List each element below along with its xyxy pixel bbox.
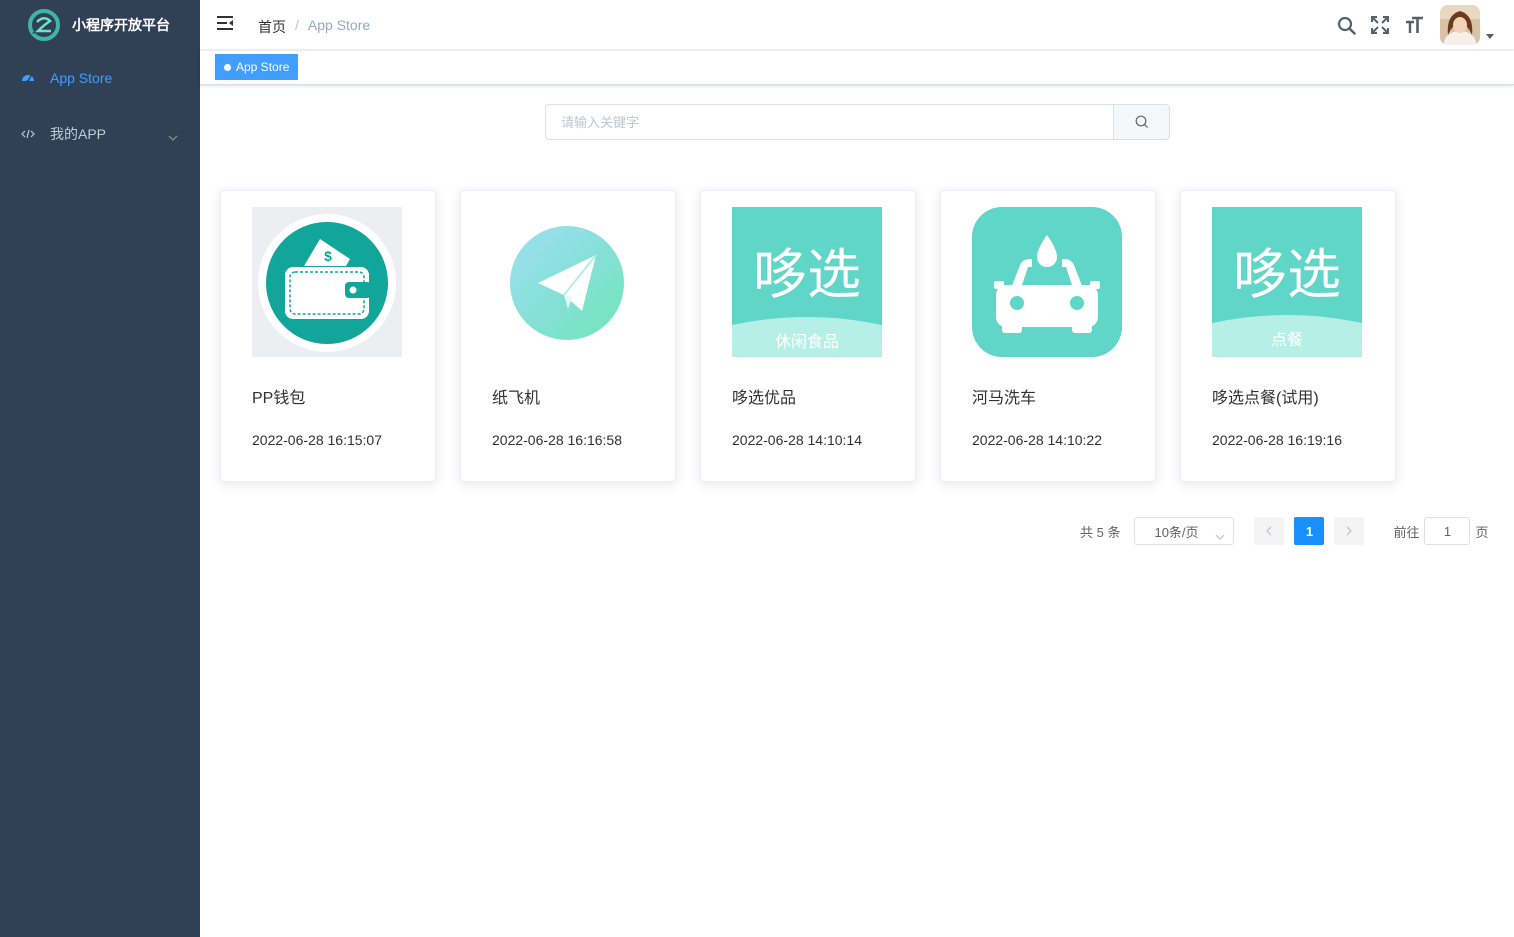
page-size-select[interactable]: 10条/页 — [1134, 517, 1235, 545]
app-name: 哆选优品 — [732, 390, 797, 407]
tag-app-store[interactable]: App Store — [215, 54, 299, 80]
paper-plane-icon — [510, 226, 624, 340]
car-wash-icon — [972, 207, 1122, 357]
sidebar-item-label: 我的APP — [50, 126, 107, 142]
icon-text: 哆选 — [1233, 243, 1341, 306]
sidebar-item-my-app[interactable]: 我的APP — [0, 106, 200, 162]
chevron-down-icon — [168, 128, 178, 144]
app-date: 2022-06-28 16:15:07 — [252, 432, 382, 448]
search-button[interactable] — [1113, 104, 1170, 140]
wallet-icon: $ — [252, 207, 402, 357]
app-date: 2022-06-28 16:16:58 — [492, 432, 622, 448]
search-icon — [1135, 115, 1148, 128]
search-input[interactable] — [545, 104, 1113, 140]
dashboard-icon — [20, 70, 36, 86]
icon-subtext: 点餐 — [1271, 330, 1303, 349]
chevron-down-icon — [1215, 528, 1225, 543]
breadcrumb-separator: / — [295, 17, 299, 33]
logo-icon — [28, 9, 60, 41]
goto-page-input[interactable] — [1424, 517, 1471, 545]
breadcrumb: 首页 / App Store — [258, 17, 370, 37]
right-menu — [1322, 0, 1494, 50]
navbar: 首页 / App Store — [200, 0, 1514, 50]
app-card-list: $ PP钱包 2022-06-28 16:15:07 纸飞机 2022-06-2… — [220, 190, 1420, 482]
app-name: 纸飞机 — [492, 390, 541, 407]
next-page-button[interactable] — [1334, 517, 1365, 545]
page-size-value: 10条/页 — [1154, 524, 1199, 540]
chevron-right-icon — [1347, 526, 1353, 536]
page-number-current[interactable]: 1 — [1294, 517, 1325, 545]
app-name: 哆选点餐(试用) — [1212, 390, 1319, 407]
tags-view: App Store — [200, 51, 1514, 85]
hamburger-icon[interactable] — [216, 15, 236, 35]
tag-active-dot — [224, 63, 231, 71]
chevron-left-icon — [1266, 526, 1272, 536]
search-bar — [545, 104, 1170, 140]
avatar[interactable] — [1440, 5, 1480, 45]
tag-label: App Store — [236, 60, 290, 74]
app-card[interactable]: $ PP钱包 2022-06-28 16:15:07 — [220, 190, 436, 482]
app-name: 河马洗车 — [972, 390, 1037, 407]
font-size-icon[interactable] — [1404, 15, 1424, 35]
goto-prefix: 前往 — [1393, 524, 1420, 540]
logo[interactable]: 小程序开放平台 — [0, 0, 200, 50]
sidebar-item-label: App Store — [50, 70, 113, 86]
goto-suffix: 页 — [1475, 524, 1489, 540]
app-date: 2022-06-28 14:10:22 — [972, 432, 1102, 448]
app-date: 2022-06-28 14:10:14 — [732, 432, 862, 448]
icon-subtext: 休闲食品 — [775, 332, 839, 351]
breadcrumb-current: App Store — [307, 17, 371, 33]
fullscreen-icon[interactable] — [1370, 15, 1390, 35]
sidebar: 小程序开放平台 App Store 我的APP — [0, 0, 200, 937]
app-title: 小程序开放平台 — [72, 17, 170, 33]
svg-text:$: $ — [324, 248, 332, 264]
caret-down-icon[interactable] — [1486, 26, 1494, 44]
pagination: 共 5 条 10条/页 1 前往 页 — [1080, 517, 1489, 545]
app-card[interactable]: 哆选 点餐 哆选点餐(试用) 2022-06-28 16:19:16 — [1180, 190, 1396, 482]
pagination-total: 共 5 条 — [1080, 524, 1121, 540]
prev-page-button[interactable] — [1254, 517, 1285, 545]
app-card[interactable]: 纸飞机 2022-06-28 16:16:58 — [460, 190, 676, 482]
duoxuan-snacks-icon: 哆选 休闲食品 — [732, 207, 882, 357]
app-name: PP钱包 — [252, 390, 306, 407]
search-icon[interactable] — [1336, 15, 1356, 35]
page-jumper: 前往 页 — [1393, 517, 1489, 545]
code-icon — [20, 126, 36, 142]
sidebar-item-app-store[interactable]: App Store — [0, 50, 200, 106]
app-date: 2022-06-28 16:19:16 — [1212, 432, 1342, 448]
app-card[interactable]: 河马洗车 2022-06-28 14:10:22 — [940, 190, 1156, 482]
app-card[interactable]: 哆选 休闲食品 哆选优品 2022-06-28 14:10:14 — [700, 190, 916, 482]
icon-text: 哆选 — [753, 243, 861, 306]
breadcrumb-home[interactable]: 首页 — [258, 17, 286, 37]
duoxuan-order-icon: 哆选 点餐 — [1212, 207, 1362, 357]
